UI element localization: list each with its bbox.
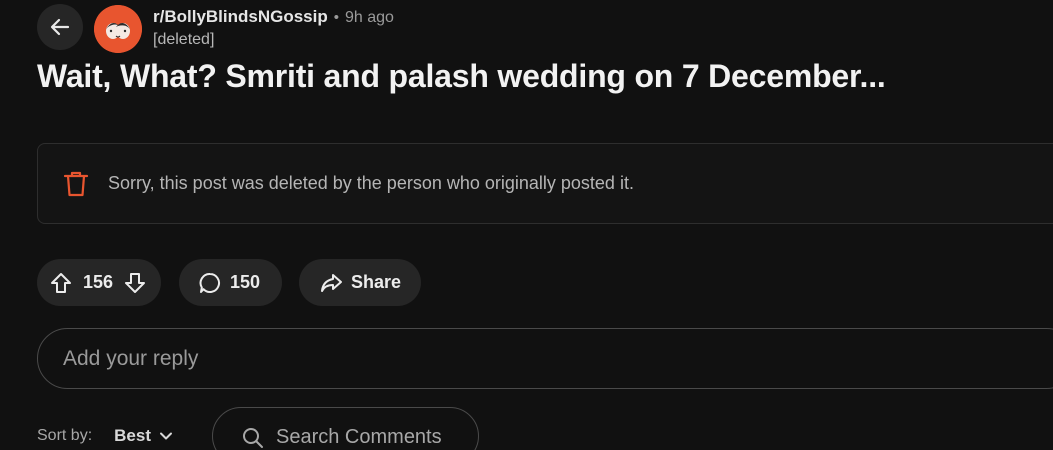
- back-button[interactable]: [37, 4, 83, 50]
- search-comments-input[interactable]: Search Comments: [212, 407, 479, 450]
- avatar-logo-icon: [94, 5, 142, 53]
- reply-input[interactable]: Add your reply: [37, 328, 1053, 389]
- reply-placeholder: Add your reply: [63, 346, 199, 370]
- share-button[interactable]: Share: [299, 259, 421, 306]
- deleted-notice: Sorry, this post was deleted by the pers…: [37, 143, 1053, 224]
- comments-button[interactable]: 150: [179, 259, 282, 306]
- back-arrow-icon: [49, 16, 71, 38]
- trash-icon: [63, 170, 89, 198]
- subreddit-link[interactable]: r/BollyBlindsNGossip: [153, 7, 328, 27]
- subreddit-avatar[interactable]: [94, 5, 142, 53]
- post-meta: r/BollyBlindsNGossip • 9h ago [deleted]: [153, 7, 394, 49]
- search-icon: [241, 426, 265, 450]
- share-label: Share: [351, 272, 402, 292]
- search-placeholder: Search Comments: [276, 426, 442, 448]
- meta-separator: •: [333, 9, 340, 26]
- chevron-down-icon[interactable]: [159, 429, 173, 443]
- sort-value[interactable]: Best: [114, 426, 151, 446]
- post-title: Wait, What? Smriti and palash wedding on…: [37, 58, 886, 94]
- downvote-icon[interactable]: [123, 271, 147, 295]
- vote-control: 156: [37, 259, 161, 306]
- post-author: [deleted]: [153, 31, 215, 48]
- sort-control[interactable]: Sort by: Best: [37, 426, 173, 446]
- vote-count: 156: [83, 272, 114, 292]
- post-time: 9h ago: [345, 9, 394, 26]
- share-icon: [319, 271, 343, 295]
- sort-label: Sort by:: [37, 427, 93, 444]
- upvote-icon[interactable]: [49, 271, 73, 295]
- post-page: r/BollyBlindsNGossip • 9h ago [deleted] …: [0, 0, 1053, 450]
- comment-count: 150: [230, 272, 261, 292]
- comment-icon: [198, 271, 222, 295]
- deleted-message: Sorry, this post was deleted by the pers…: [108, 173, 634, 193]
